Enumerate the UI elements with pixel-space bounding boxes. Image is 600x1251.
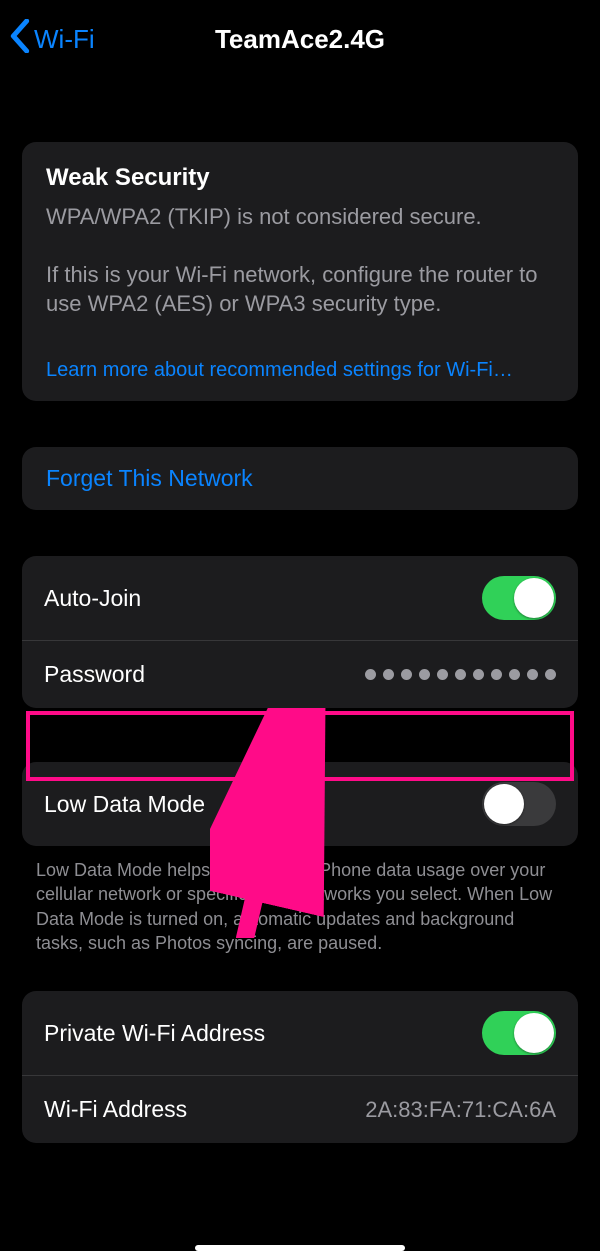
security-body-2: If this is your Wi-Fi network, configure… xyxy=(46,260,554,319)
security-body: WPA/WPA2 (TKIP) is not considered secure… xyxy=(46,202,554,319)
forget-network-group: Forget This Network xyxy=(22,447,578,510)
auto-join-label: Auto-Join xyxy=(44,585,141,612)
wifi-address-value: 2A:83:FA:71:CA:6A xyxy=(365,1097,556,1123)
page-title: TeamAce2.4G xyxy=(215,24,385,55)
back-button[interactable]: Wi-Fi xyxy=(10,6,95,72)
wifi-address-row[interactable]: Wi-Fi Address 2A:83:FA:71:CA:6A xyxy=(22,1075,578,1143)
security-body-1: WPA/WPA2 (TKIP) is not considered secure… xyxy=(46,202,554,232)
low-data-row: Low Data Mode xyxy=(22,762,578,846)
private-address-row: Private Wi-Fi Address xyxy=(22,991,578,1075)
password-label: Password xyxy=(44,661,145,688)
low-data-toggle[interactable] xyxy=(482,782,556,826)
private-address-toggle[interactable] xyxy=(482,1011,556,1055)
learn-more-link[interactable]: Learn more about recommended settings fo… xyxy=(22,341,578,401)
chevron-left-icon xyxy=(10,19,30,60)
join-group: Auto-Join Password xyxy=(22,556,578,708)
private-address-label: Private Wi-Fi Address xyxy=(44,1020,265,1047)
password-row[interactable]: Password xyxy=(22,640,578,708)
forget-network-button[interactable]: Forget This Network xyxy=(22,447,578,510)
low-data-label: Low Data Mode xyxy=(44,791,205,818)
security-title: Weak Security xyxy=(46,164,554,192)
wifi-address-label: Wi-Fi Address xyxy=(44,1096,187,1123)
home-indicator[interactable] xyxy=(195,1245,405,1251)
password-value-masked xyxy=(365,669,556,680)
auto-join-row: Auto-Join xyxy=(22,556,578,640)
nav-bar: Wi-Fi TeamAce2.4G xyxy=(0,6,600,72)
auto-join-toggle[interactable] xyxy=(482,576,556,620)
address-group: Private Wi-Fi Address Wi-Fi Address 2A:8… xyxy=(22,991,578,1143)
low-data-note: Low Data Mode helps reduce your iPhone d… xyxy=(0,846,600,955)
back-label: Wi-Fi xyxy=(34,24,95,55)
security-warning-card: Weak Security WPA/WPA2 (TKIP) is not con… xyxy=(22,142,578,401)
low-data-group: Low Data Mode xyxy=(22,762,578,846)
